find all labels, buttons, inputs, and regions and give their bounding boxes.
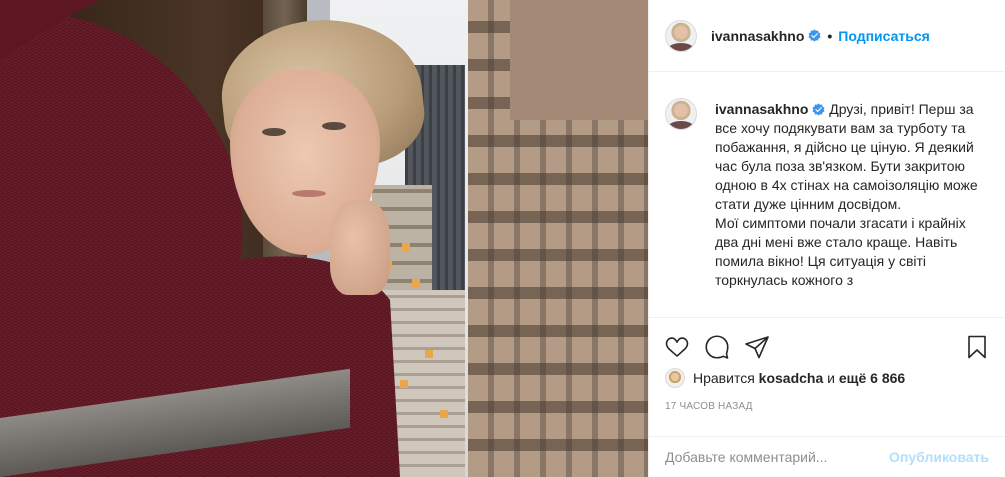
comment-form: Опубликовать xyxy=(649,436,1005,477)
photo-hand xyxy=(330,200,390,295)
photo-eye-right xyxy=(322,122,346,130)
comment-icon xyxy=(705,335,729,359)
caption-verified-badge-icon xyxy=(812,103,825,116)
photo-mouth xyxy=(292,190,326,197)
likes-prefix: Нравится xyxy=(693,370,755,386)
liker-username[interactable]: kosadcha xyxy=(759,370,824,386)
comments-area[interactable]: ivannasakhno Друзі, привіт! Перш за все … xyxy=(649,84,1005,317)
bookmark-icon xyxy=(968,335,986,359)
avatar[interactable] xyxy=(665,19,697,52)
likes-count[interactable]: ещё 6 866 xyxy=(839,370,905,386)
post-photo[interactable] xyxy=(0,0,648,477)
caption-body: Друзі, привіт! Перш за все хочу подякува… xyxy=(715,101,978,288)
action-bar xyxy=(649,317,1005,365)
share-icon xyxy=(745,336,769,359)
caption-text: ivannasakhno Друзі, привіт! Перш за все … xyxy=(715,84,989,290)
post-header: ivannasakhno • Подписаться xyxy=(649,0,1005,72)
save-button[interactable] xyxy=(957,329,997,365)
post-timestamp[interactable]: 17 часов назад xyxy=(665,401,753,412)
publish-comment-button[interactable]: Опубликовать xyxy=(889,449,989,465)
caption: ivannasakhno Друзі, привіт! Перш за все … xyxy=(665,84,989,290)
header-separator: • xyxy=(827,27,833,44)
share-button[interactable] xyxy=(737,329,777,365)
post-side-panel: ivannasakhno • Подписаться ivannasakhno … xyxy=(648,0,1005,477)
caption-avatar[interactable] xyxy=(665,98,697,130)
comment-input[interactable] xyxy=(665,449,890,465)
likes-summary: Нравится kosadcha и ещё 6 866 xyxy=(665,368,905,388)
likes-conjunction: и xyxy=(827,370,835,386)
liker-avatar[interactable] xyxy=(665,368,685,388)
like-button[interactable] xyxy=(657,329,697,365)
photo-building-right-top xyxy=(510,0,648,120)
header-username[interactable]: ivannasakhno xyxy=(711,28,804,44)
caption-username[interactable]: ivannasakhno xyxy=(715,101,808,117)
follow-button[interactable]: Подписаться xyxy=(838,28,930,44)
heart-icon xyxy=(665,337,689,357)
instagram-post: ivannasakhno • Подписаться ivannasakhno … xyxy=(0,0,1005,477)
photo-eye-left xyxy=(262,128,286,136)
comment-button[interactable] xyxy=(697,329,737,365)
verified-badge-icon xyxy=(808,29,821,42)
